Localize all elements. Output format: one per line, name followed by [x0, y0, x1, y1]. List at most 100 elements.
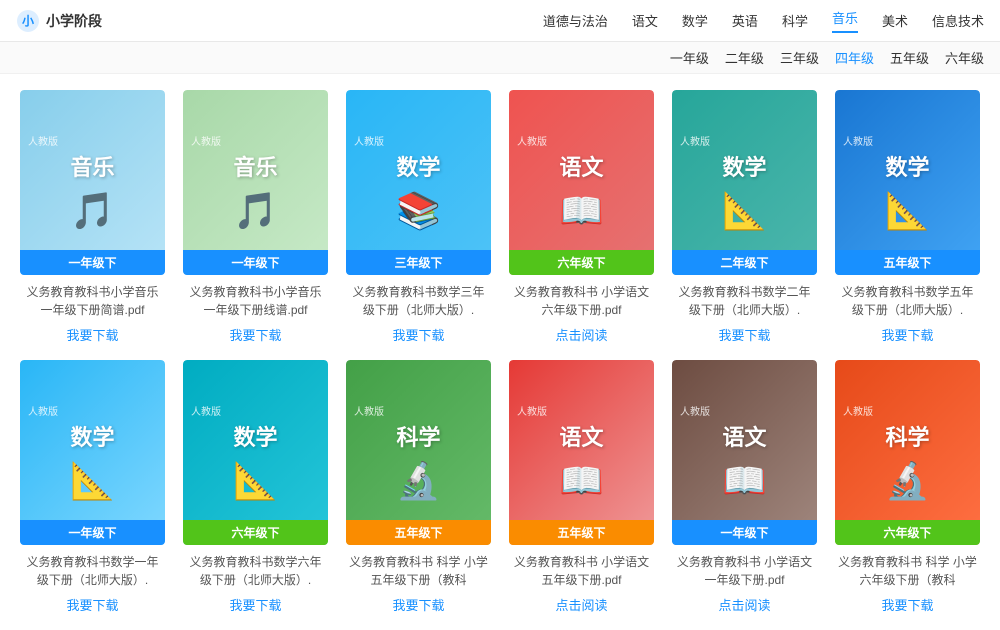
book-figure: 🎵 [70, 190, 115, 232]
book-full-title: 义务教育教科书 小学语文 五年级下册.pdf [512, 553, 652, 589]
book-title-overlay: 数学 [70, 420, 114, 452]
book-action-download[interactable]: 我要下载 [881, 325, 933, 344]
book-inner: 人教版 数学 📚 [346, 90, 491, 275]
book-action-read[interactable]: 点击阅读 [718, 595, 770, 614]
book-cover: 人教版 数学 📐 二年级下 [672, 90, 817, 275]
book-title-overlay: 数学 [233, 420, 277, 452]
nav-item-数学[interactable]: 数学 [682, 11, 708, 30]
grade-nav: 一年级二年级三年级四年级五年级六年级 [0, 42, 1000, 74]
book-full-title: 义务教育教科书数学五年级下册（北师大版）. [838, 283, 978, 319]
book-badge: 五年级下 [346, 520, 491, 545]
book-full-title: 义务教育教科书数学三年级下册（北师大版）. [349, 283, 489, 319]
book-inner: 人教版 数学 📐 [183, 360, 328, 545]
book-item: 人教版 数学 📐 二年级下 义务教育教科书数学二年级下册（北师大版）. 我要下载 [668, 90, 821, 344]
book-title-overlay: 数学 [722, 150, 766, 182]
book-cover: 人教版 科学 🔬 六年级下 [835, 360, 980, 545]
book-cover: 人教版 数学 📐 一年级下 [20, 360, 165, 545]
book-title-overlay: 数学 [396, 150, 440, 182]
grade-item-五年级[interactable]: 五年级 [890, 48, 929, 67]
book-inner: 人教版 数学 📐 [20, 360, 165, 545]
book-item: 人教版 音乐 🎵 一年级下 义务教育教科书小学音乐一年级下册线谱.pdf 我要下… [179, 90, 332, 344]
book-inner: 人教版 音乐 🎵 [183, 90, 328, 275]
book-figure: 📖 [559, 190, 604, 232]
main-nav: 道德与法治 语文 数学 英语 科学 音乐 美术 信息技术 [543, 8, 984, 33]
book-title-overlay: 数学 [885, 150, 929, 182]
book-cover: 人教版 音乐 🎵 一年级下 [20, 90, 165, 275]
book-figure: 📖 [722, 460, 767, 502]
book-figure: 📚 [396, 190, 441, 232]
book-action-download[interactable]: 我要下载 [66, 595, 118, 614]
book-cover: 人教版 科学 🔬 五年级下 [346, 360, 491, 545]
book-badge: 六年级下 [835, 520, 980, 545]
book-full-title: 义务教育教科书小学音乐一年级下册线谱.pdf [186, 283, 326, 319]
book-action-download[interactable]: 我要下载 [229, 325, 281, 344]
grade-item-六年级[interactable]: 六年级 [945, 48, 984, 67]
book-action-read[interactable]: 点击阅读 [555, 595, 607, 614]
book-grid: 人教版 音乐 🎵 一年级下 义务教育教科书小学音乐一年级下册简谱.pdf 我要下… [16, 90, 984, 614]
book-badge: 一年级下 [672, 520, 817, 545]
book-item: 人教版 音乐 🎵 一年级下 义务教育教科书小学音乐一年级下册简谱.pdf 我要下… [16, 90, 169, 344]
nav-item-音乐[interactable]: 音乐 [832, 8, 858, 33]
svg-text:小: 小 [22, 13, 34, 28]
book-inner: 人教版 数学 📐 [672, 90, 817, 275]
book-badge: 五年级下 [509, 520, 654, 545]
book-action-download[interactable]: 我要下载 [392, 595, 444, 614]
book-full-title: 义务教育教科书小学音乐一年级下册简谱.pdf [23, 283, 163, 319]
book-badge: 五年级下 [835, 250, 980, 275]
book-full-title: 义务教育教科书 科学 小学六年级下册（教科 [838, 553, 978, 589]
nav-item-道德与法治[interactable]: 道德与法治 [543, 11, 608, 30]
logo-icon: 小 [16, 9, 40, 33]
book-title-overlay: 语文 [559, 150, 603, 182]
book-cover: 人教版 语文 📖 一年级下 [672, 360, 817, 545]
book-figure: 📐 [70, 460, 115, 502]
book-cover: 人教版 语文 📖 五年级下 [509, 360, 654, 545]
book-title-overlay: 音乐 [70, 150, 114, 182]
book-full-title: 义务教育教科书 科学 小学五年级下册（教科 [349, 553, 489, 589]
grade-item-一年级[interactable]: 一年级 [670, 48, 709, 67]
book-item: 人教版 数学 📐 五年级下 义务教育教科书数学五年级下册（北师大版）. 我要下载 [831, 90, 984, 344]
book-action-download[interactable]: 我要下载 [392, 325, 444, 344]
book-cover: 人教版 数学 📐 五年级下 [835, 90, 980, 275]
book-full-title: 义务教育教科书数学六年级下册（北师大版）. [186, 553, 326, 589]
book-figure: 🎵 [233, 190, 278, 232]
book-item: 人教版 数学 📐 一年级下 义务教育教科书数学一年级下册（北师大版）. 我要下载 [16, 360, 169, 614]
book-inner: 人教版 语文 📖 [509, 90, 654, 275]
book-item: 人教版 科学 🔬 六年级下 义务教育教科书 科学 小学六年级下册（教科 我要下载 [831, 360, 984, 614]
grade-item-四年级[interactable]: 四年级 [835, 48, 874, 67]
book-action-read[interactable]: 点击阅读 [555, 325, 607, 344]
book-figure: 📐 [233, 460, 278, 502]
header: 小 小学阶段 道德与法治语文数学英语科学音乐美术信息技术 [0, 0, 1000, 42]
book-title-overlay: 科学 [885, 420, 929, 452]
book-badge: 一年级下 [20, 520, 165, 545]
book-title-overlay: 语文 [559, 420, 603, 452]
nav-item-科学[interactable]: 科学 [782, 11, 808, 30]
book-figure: 📖 [559, 460, 604, 502]
book-badge: 六年级下 [183, 520, 328, 545]
nav-item-英语[interactable]: 英语 [732, 11, 758, 30]
grade-item-二年级[interactable]: 二年级 [725, 48, 764, 67]
nav-item-信息技术[interactable]: 信息技术 [932, 11, 984, 30]
book-inner: 人教版 科学 🔬 [835, 360, 980, 545]
nav-item-美术[interactable]: 美术 [882, 11, 908, 30]
nav-item-语文[interactable]: 语文 [632, 11, 658, 30]
book-figure: 📐 [885, 190, 930, 232]
book-inner: 人教版 语文 📖 [509, 360, 654, 545]
book-badge: 二年级下 [672, 250, 817, 275]
book-badge: 一年级下 [20, 250, 165, 275]
book-title-overlay: 语文 [722, 420, 766, 452]
book-inner: 人教版 数学 📐 [835, 90, 980, 275]
book-item: 人教版 数学 📚 三年级下 义务教育教科书数学三年级下册（北师大版）. 我要下载 [342, 90, 495, 344]
book-action-download[interactable]: 我要下载 [881, 595, 933, 614]
book-inner: 人教版 语文 📖 [672, 360, 817, 545]
book-title-overlay: 音乐 [233, 150, 277, 182]
book-badge: 一年级下 [183, 250, 328, 275]
grade-item-三年级[interactable]: 三年级 [780, 48, 819, 67]
book-inner: 人教版 科学 🔬 [346, 360, 491, 545]
book-cover: 人教版 数学 📐 六年级下 [183, 360, 328, 545]
book-figure: 📐 [722, 190, 767, 232]
book-inner: 人教版 音乐 🎵 [20, 90, 165, 275]
book-action-download[interactable]: 我要下载 [229, 595, 281, 614]
book-action-download[interactable]: 我要下载 [66, 325, 118, 344]
book-item: 人教版 语文 📖 六年级下 义务教育教科书 小学语文 六年级下册.pdf 点击阅… [505, 90, 658, 344]
book-action-download[interactable]: 我要下载 [718, 325, 770, 344]
